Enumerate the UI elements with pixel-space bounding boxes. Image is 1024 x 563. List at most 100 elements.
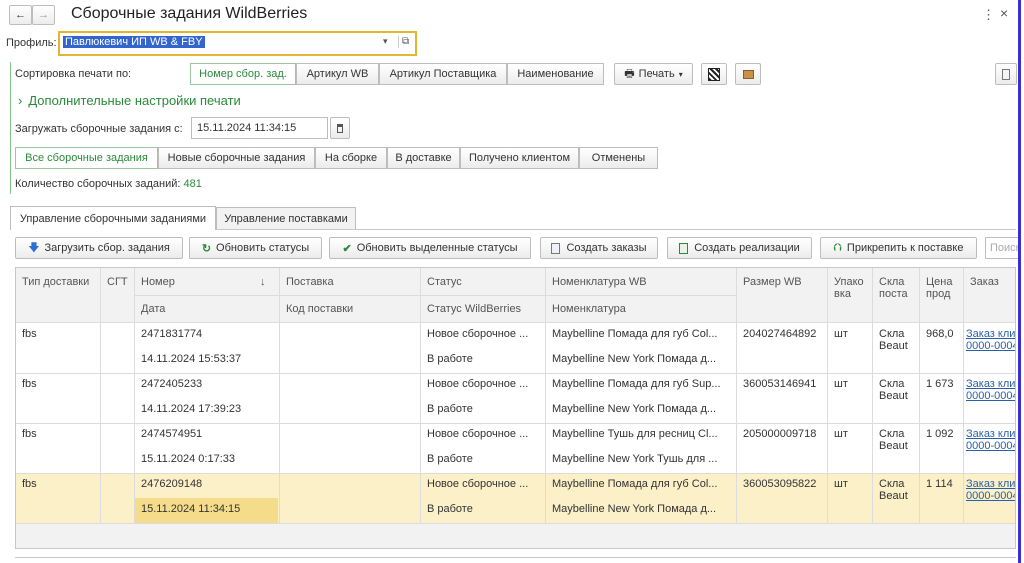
load-from-value: 15.11.2024 11:34:15 — [197, 122, 297, 134]
table-row[interactable]: fbs 2476209148 15.11.2024 11:34:15 Новое сб… — [16, 473, 1015, 523]
header-nomenclature[interactable]: Номенклатура — [546, 298, 632, 320]
cell-date: 14.11.2024 17:39:23 — [141, 403, 242, 415]
create-orders-label: Создать заказы — [566, 242, 647, 254]
load-tasks-button[interactable]: 🡇 Загрузить сбор. задания — [15, 237, 183, 259]
cell-warehouse: Скла Beaut — [879, 478, 908, 502]
cell-warehouse: Скла Beaut — [879, 328, 908, 352]
search-input[interactable]: Поиск — [985, 237, 1020, 259]
cell-date: 15.11.2024 11:34:15 — [141, 503, 241, 515]
cell-order2[interactable]: 0000-0004 — [964, 485, 1015, 507]
header-number[interactable]: Номер — [135, 271, 181, 293]
cell-warehouse: Скла Beaut — [879, 378, 908, 402]
tab-supplies[interactable]: Управление поставками — [216, 207, 356, 229]
header-supply[interactable]: Поставка — [280, 271, 340, 293]
cell-pack: шт — [834, 328, 848, 340]
header-supply-code[interactable]: Код поставки — [280, 298, 359, 320]
load-from-input[interactable]: 15.11.2024 11:34:15 — [191, 117, 328, 139]
filter-new[interactable]: Новые сборочные задания — [158, 147, 315, 169]
forward-button[interactable]: → — [32, 5, 55, 25]
cell-order2[interactable]: 0000-0004 — [964, 385, 1015, 407]
header-nomenclature-wb[interactable]: Номенклатура WB — [546, 271, 653, 293]
header-status[interactable]: Статус — [421, 271, 468, 293]
header-price[interactable]: Цена прод — [920, 271, 963, 305]
profile-label: Профиль: — [6, 37, 57, 49]
tab-assembly-tasks[interactable]: Управление сборочными заданиями — [10, 206, 216, 230]
cell-status: Новое сборочное ... — [427, 378, 529, 390]
cell-number: 2474574951 — [141, 428, 203, 440]
open-icon[interactable]: ⧉ — [398, 36, 410, 48]
table-row[interactable]: fbs 2471831774 14.11.2024 15:53:37 Новое сб… — [16, 323, 1015, 373]
cell-warehouse: Скла Beaut — [879, 428, 908, 452]
sort-option-article-wb[interactable]: Артикул WB — [296, 63, 379, 85]
header-order[interactable]: Заказ — [964, 271, 1005, 293]
cell-size-wb: 205000009718 — [743, 428, 817, 440]
cell-order2[interactable]: 0000-0004 — [964, 335, 1015, 357]
cell-number: 2472405233 — [141, 378, 203, 390]
chevron-right-icon: › — [18, 93, 23, 108]
section-divider — [10, 62, 11, 194]
table-row[interactable]: fbs 2472405233 14.11.2024 17:39:23 Новое сб… — [16, 373, 1015, 423]
header-delivery-type[interactable]: Тип доставки — [16, 271, 95, 293]
report-button[interactable] — [995, 63, 1017, 85]
print-button-label: Печать — [638, 68, 675, 80]
cell-status-wb: В работе — [427, 353, 473, 365]
close-icon[interactable]: × — [1000, 5, 1008, 21]
cell-date: 14.11.2024 15:53:37 — [141, 353, 242, 365]
cell-price: 1 673 — [926, 378, 954, 390]
sort-option-name[interactable]: Наименование — [507, 63, 604, 85]
cell-status-wb: В работе — [427, 453, 473, 465]
print-sort-label: Сортировка печати по: — [15, 68, 132, 80]
forward-icon: → — [38, 9, 49, 21]
refresh-statuses-button[interactable]: ↻ Обновить статусы — [189, 237, 322, 259]
header-size-wb[interactable]: Размер WB — [737, 271, 808, 293]
cell-size-wb: 360053146941 — [743, 378, 817, 390]
table-row[interactable]: fbs 2474574951 15.11.2024 0:17:33 Новое сбо… — [16, 423, 1015, 473]
refresh-statuses-label: Обновить статусы — [216, 242, 310, 254]
header-warehouse[interactable]: Скла поста — [873, 271, 919, 305]
cell-order2[interactable]: 0000-0004 — [964, 435, 1015, 457]
chevron-down-icon: ▾ — [678, 69, 683, 79]
cell-size-wb: 360053095822 — [743, 478, 817, 490]
sort-option-number[interactable]: Номер сбор. зад. — [190, 63, 296, 85]
cell-nomenclature-wb: Maybelline Помада для губ Sup... — [552, 378, 721, 390]
load-tasks-label: Загрузить сбор. задания — [44, 242, 170, 254]
refresh-icon: ↻ — [201, 242, 212, 255]
attach-supply-button[interactable]: ⮉ Прикрепить к поставке — [820, 237, 977, 259]
filter-cancelled[interactable]: Отменены — [579, 147, 658, 169]
header-status-wb[interactable]: Статус WildBerries — [421, 298, 527, 320]
cell-number: 2476209148 — [141, 478, 203, 490]
profile-value: Павлюкевич ИП WB & FBY — [63, 36, 205, 48]
box-button[interactable] — [735, 63, 761, 85]
check-icon: ✔ — [342, 242, 352, 255]
header-sgt[interactable]: СГТ — [101, 271, 134, 293]
count-value: 481 — [183, 178, 202, 190]
create-sales-button[interactable]: Создать реализации — [667, 237, 812, 259]
print-button[interactable]: 🖶 Печать ▾ — [614, 63, 693, 85]
filter-assembly[interactable]: На сборке — [315, 147, 387, 169]
chevron-down-icon[interactable]: ▾ — [383, 36, 388, 47]
more-icon[interactable]: ⋮ — [982, 7, 995, 23]
document-icon — [551, 242, 561, 254]
cell-nomenclature: Maybelline New York Помада д... — [552, 503, 717, 515]
cell-pack: шт — [834, 478, 848, 490]
barcode-button[interactable] — [701, 63, 727, 85]
header-pack[interactable]: Упако вка — [828, 271, 872, 305]
filter-received[interactable]: Получено клиентом — [460, 147, 579, 169]
header-date[interactable]: Дата — [135, 298, 171, 320]
extra-settings-toggle[interactable]: › Дополнительные настройки печати — [18, 93, 241, 108]
attach-supply-label: Прикрепить к поставке — [846, 242, 964, 254]
sort-option-article-supplier[interactable]: Артикул Поставщика — [379, 63, 507, 85]
calendar-button[interactable] — [330, 117, 350, 139]
table-footer — [16, 524, 1015, 548]
cell-price: 1 092 — [926, 428, 954, 440]
create-orders-button[interactable]: Создать заказы — [540, 237, 658, 259]
cell-delivery-type: fbs — [22, 328, 37, 340]
refresh-selected-button[interactable]: ✔ Обновить выделенные статусы — [329, 237, 531, 259]
calendar-icon — [337, 123, 343, 133]
download-icon: 🡇 — [28, 241, 40, 254]
sales-document-icon — [679, 242, 689, 254]
filter-delivery[interactable]: В доставке — [387, 147, 460, 169]
filter-all[interactable]: Все сборочные задания — [15, 147, 158, 169]
profile-field[interactable]: Павлюкевич ИП WB & FBY ▾ ⧉ — [58, 31, 417, 56]
back-button[interactable]: ← — [9, 5, 32, 25]
